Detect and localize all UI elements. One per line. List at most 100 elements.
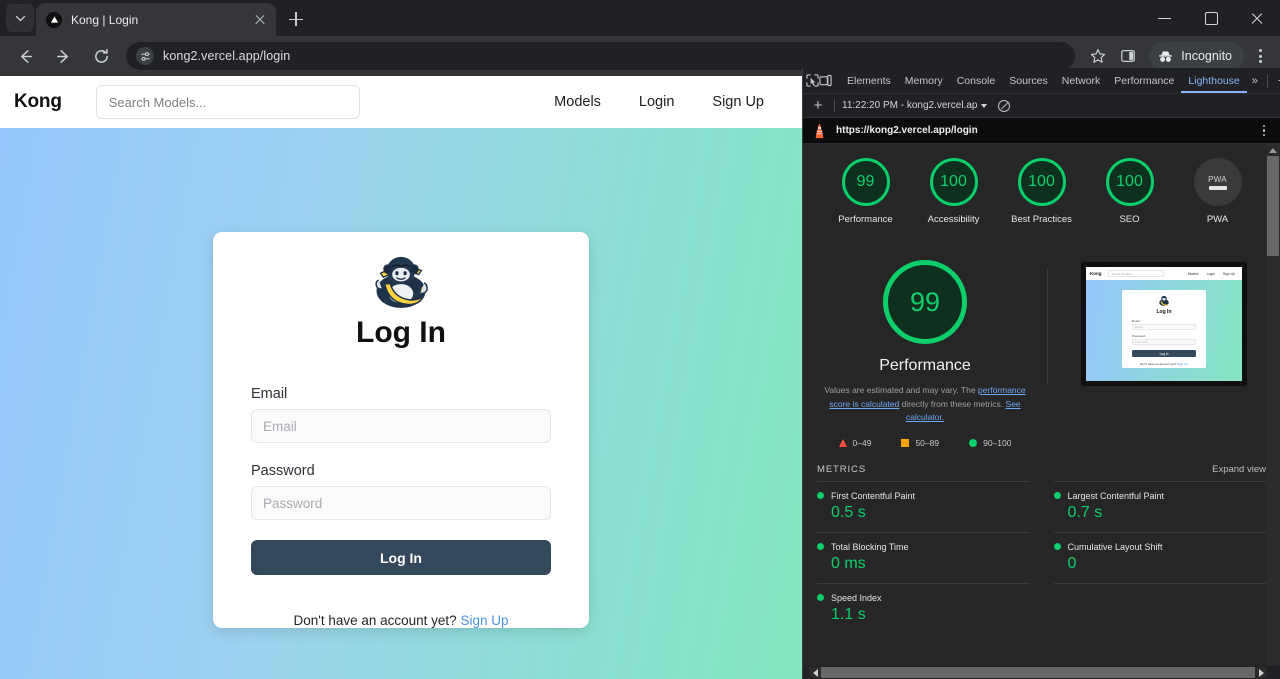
maximize-icon[interactable]	[1188, 0, 1234, 36]
legend-range: 90–100	[983, 437, 1012, 448]
lighthouse-report-url: https://kong2.vercel.app/login	[836, 125, 978, 136]
thumb-link-login: Login	[1206, 271, 1215, 276]
clear-all-icon[interactable]	[998, 99, 1011, 112]
password-label: Password	[251, 463, 315, 479]
scroll-left-icon[interactable]	[809, 667, 821, 678]
thumb-link-models: Models	[1187, 271, 1199, 276]
site-navbar: Kong Search Models... Models Login Sign …	[0, 76, 802, 128]
gauge-score: 100	[1017, 158, 1066, 206]
nav-link-models[interactable]: Models	[554, 94, 601, 110]
metric-total-blocking-time[interactable]: Total Blocking Time 0 ms	[817, 531, 1030, 583]
password-placeholder: Password	[263, 495, 323, 511]
metric-value: 0.7 s	[1067, 503, 1103, 521]
gauge-seo[interactable]: 100 SEO	[1098, 158, 1162, 226]
arrow-right-icon[interactable]	[48, 41, 78, 71]
search-input[interactable]: Search Models...	[95, 85, 360, 119]
tab-memory[interactable]: Memory	[898, 69, 950, 93]
incognito-indicator[interactable]: Incognito	[1149, 42, 1244, 70]
address-bar[interactable]: kong2.vercel.app/login	[126, 42, 1076, 70]
category-summary: 99 Performance Values are estimated and …	[813, 234, 1037, 448]
disclaimer-part-b: directly from these metrics.	[899, 398, 1006, 409]
kong-triangle-icon	[46, 11, 62, 28]
score-scale-legend: 0–49 50–89 90–100	[813, 438, 1037, 448]
gauge-score: 100	[1105, 158, 1154, 206]
tab-lighthouse[interactable]: Lighthouse	[1181, 69, 1247, 93]
page-settings-icon[interactable]	[136, 47, 154, 65]
browser-window: Kong | Login kong2.vercel.app/login Inco…	[0, 0, 1280, 679]
devtools-tabbar: Elements Memory Console Sources Network …	[803, 68, 1280, 94]
window-controls	[1142, 0, 1280, 36]
divider	[1047, 268, 1048, 384]
kebab-menu-icon[interactable]	[1256, 120, 1272, 142]
tab-elements[interactable]: Elements	[840, 69, 898, 93]
email-field[interactable]: Email	[251, 409, 551, 443]
metric-value: 0 ms	[831, 554, 866, 572]
gauge-accessibility[interactable]: 100 Accessibility	[922, 158, 986, 226]
tab-search-button[interactable]	[6, 4, 34, 32]
signup-prompt: Don't have an account yet? Sign Up	[251, 613, 551, 628]
thumb-login-button: Log In	[1132, 350, 1196, 357]
login-card: Log In Email Email Password Password Log…	[213, 232, 589, 628]
scroll-up-icon[interactable]	[1266, 144, 1280, 156]
thumb-email-label: Email	[1132, 319, 1140, 323]
tab-sources[interactable]: Sources	[1002, 69, 1055, 93]
close-icon[interactable]	[252, 12, 268, 28]
gauge-label: PWA	[1206, 214, 1229, 225]
reload-icon[interactable]	[86, 41, 116, 71]
gauge-performance[interactable]: 99 Performance	[834, 158, 898, 226]
gorilla-banana-logo-icon	[251, 250, 551, 310]
signup-link[interactable]: Sign Up	[460, 613, 508, 628]
metric-cumulative-layout-shift[interactable]: Cumulative Layout Shift 0	[1053, 531, 1266, 583]
disclaimer-part-a: Values are estimated and may vary. The	[824, 385, 978, 395]
thumb-title: Log In	[1156, 309, 1172, 315]
more-tabs-button[interactable]: »	[1247, 75, 1263, 87]
device-toolbar-icon[interactable]	[819, 69, 832, 93]
thumb-link-signup: Sign Up	[1222, 271, 1235, 276]
nav-link-login[interactable]: Login	[639, 94, 674, 110]
tab-performance[interactable]: Performance	[1107, 69, 1181, 93]
metric-value: 0.5 s	[831, 503, 866, 521]
scroll-right-icon[interactable]	[1255, 667, 1267, 678]
browser-tab[interactable]: Kong | Login	[36, 3, 276, 36]
arrow-left-icon[interactable]	[10, 41, 40, 71]
gear-icon[interactable]	[1272, 69, 1280, 93]
devtools-horizontal-scrollbar[interactable]	[803, 666, 1280, 679]
metric-speed-index[interactable]: Speed Index 1.1 s	[817, 582, 1030, 634]
gauge-best-practices[interactable]: 100 Best Practices	[1010, 158, 1074, 226]
devtools-vertical-scrollbar[interactable]	[1266, 144, 1280, 679]
report-selector[interactable]: 11:22:20 PM - kong2.vercel.ap	[842, 100, 988, 111]
plus-icon[interactable]: +	[809, 97, 827, 114]
minimize-icon[interactable]	[1142, 0, 1188, 36]
square-icon	[901, 438, 910, 447]
metric-value: 1.1 s	[831, 605, 866, 623]
scrollbar-thumb[interactable]	[1267, 156, 1279, 256]
star-icon[interactable]	[1083, 41, 1113, 71]
chevron-down-icon	[981, 103, 988, 108]
thumb-brand: Kong	[1090, 271, 1102, 276]
metric-first-contentful-paint[interactable]: First Contentful Paint 0.5 s	[817, 480, 1030, 532]
inspect-element-icon[interactable]	[806, 69, 819, 93]
thumb-password-placeholder: Password	[1135, 340, 1149, 344]
kebab-menu-icon[interactable]	[1246, 41, 1274, 71]
legend-item-average: 50–89	[901, 438, 939, 448]
metric-value: 0	[1067, 554, 1077, 572]
plus-icon[interactable]	[282, 5, 310, 33]
search-placeholder: Search Models...	[108, 94, 207, 110]
expand-view-button[interactable]: Expand view	[1212, 464, 1266, 475]
side-panel-icon[interactable]	[1113, 41, 1143, 71]
tab-network[interactable]: Network	[1055, 69, 1108, 93]
metric-largest-contentful-paint[interactable]: Largest Contentful Paint 0.7 s	[1053, 480, 1266, 532]
gauge-pwa[interactable]: PWA PWA	[1186, 158, 1250, 226]
tab-console[interactable]: Console	[950, 69, 1003, 93]
gauge-label: SEO	[1119, 214, 1140, 225]
metrics-header: METRICS Expand view	[803, 448, 1280, 481]
nav-links: Models Login Sign Up	[554, 94, 786, 110]
login-button[interactable]: Log In	[251, 540, 551, 575]
close-icon[interactable]	[1234, 0, 1280, 36]
scrollbar-thumb[interactable]	[821, 667, 1255, 678]
legend-range: 50–89	[915, 437, 940, 448]
password-field[interactable]: Password	[251, 486, 551, 520]
metrics-title: METRICS	[817, 463, 867, 475]
site-brand[interactable]: Kong	[14, 91, 62, 113]
nav-link-signup[interactable]: Sign Up	[712, 94, 764, 110]
